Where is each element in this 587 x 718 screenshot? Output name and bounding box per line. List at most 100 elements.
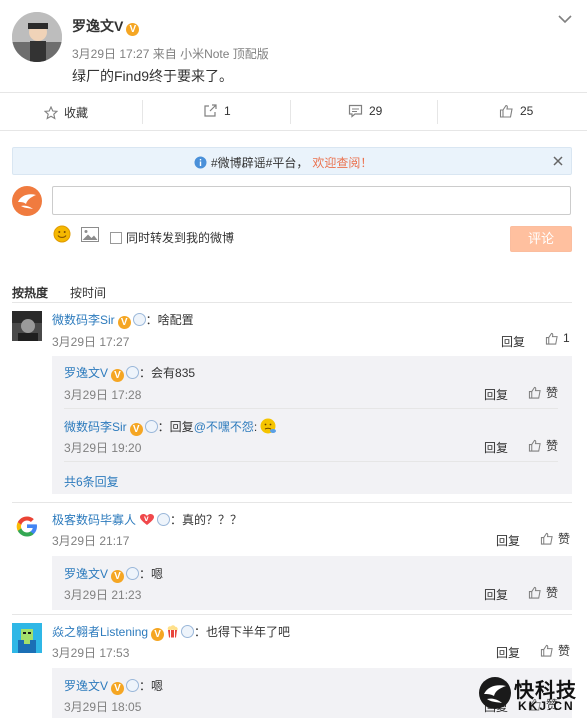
like-button[interactable]: 25: [499, 104, 533, 118]
emoji-icon[interactable]: [53, 225, 71, 243]
medal-icon: [144, 420, 158, 433]
sort-divider: [12, 302, 572, 303]
verified-badge-icon: V: [111, 682, 125, 695]
thumbs-up-icon: [528, 439, 542, 452]
verified-badge-icon: V: [126, 23, 140, 36]
also-forward-label: 同时转发到我的微博: [126, 231, 235, 245]
info-icon: [194, 156, 207, 169]
reply-like-label: 赞: [546, 386, 559, 400]
reply-time: 3月29日 19:20: [64, 441, 142, 455]
medal-icon: [126, 679, 140, 692]
image-icon[interactable]: [81, 227, 99, 242]
comment-author[interactable]: 微数码李Sir: [52, 313, 115, 327]
medal-icon: [126, 567, 140, 580]
comment-input[interactable]: [52, 186, 571, 215]
submit-comment-button[interactable]: 评论: [510, 226, 572, 252]
reply-line: 罗逸文V V ：会有835: [64, 364, 195, 382]
post-author-name[interactable]: 罗逸文V: [72, 18, 123, 34]
comment-line: 焱之翱者Listening V ：也得下半年了吧: [52, 623, 290, 641]
reply-author[interactable]: 微数码李Sir: [64, 420, 127, 434]
reply-like-label: 赞: [546, 586, 559, 600]
sort-time-tab[interactable]: 按时间: [70, 284, 106, 301]
comment-author[interactable]: 焱之翱者Listening: [52, 625, 148, 639]
thumbs-up-icon: [499, 104, 514, 118]
comment-line: 极客数码毕寡人 V ：真的？？？: [52, 511, 242, 528]
favorite-label: 收藏: [64, 106, 89, 120]
close-icon[interactable]: [553, 156, 563, 166]
verified-badge-icon: V: [111, 570, 125, 583]
watermark-en: KKJ.CN: [518, 699, 575, 713]
more-replies-link[interactable]: 共6条回复: [64, 473, 119, 490]
reply-text-post: :: [253, 420, 258, 434]
reply-button[interactable]: 回复: [484, 439, 508, 456]
medal-icon: [132, 313, 146, 326]
post-device[interactable]: 小米Note 顶配版: [180, 47, 269, 61]
star-icon: [44, 105, 58, 120]
reply-author[interactable]: 罗逸文V: [64, 679, 108, 693]
thumbs-up-icon: [528, 586, 542, 599]
post-content: 绿厂的Find9终于要来了。: [72, 68, 234, 84]
thumbs-up-icon: [540, 532, 554, 545]
comment-avatar[interactable]: [12, 311, 42, 341]
reply-author[interactable]: 罗逸文V: [64, 567, 108, 581]
reply-like-label: 赞: [546, 439, 559, 453]
reply-button[interactable]: 回复: [496, 644, 520, 661]
comment-line: 微数码李Sir V ：啥配置: [52, 311, 194, 329]
forward-button[interactable]: 1: [203, 104, 231, 118]
reply-button[interactable]: 回复: [501, 333, 525, 350]
comment-text: ：也得下半年了吧: [194, 625, 291, 639]
popcorn-icon: [166, 625, 179, 638]
sort-hot-tab[interactable]: 按热度: [12, 284, 48, 301]
comment-divider: [12, 614, 572, 615]
comment-count: 29: [369, 104, 383, 118]
reply-like-button[interactable]: 赞: [528, 584, 558, 601]
action-divider: [142, 100, 143, 124]
reply-time: 3月29日 21:23: [64, 588, 142, 602]
notice-text: #微博辟谣#平台，: [211, 156, 309, 170]
comment-like-label: 赞: [558, 644, 571, 658]
comment-like-button[interactable]: 赞: [540, 530, 570, 547]
svg-text:V: V: [144, 516, 149, 523]
post-avatar[interactable]: [12, 12, 62, 62]
thumbs-up-icon: [540, 644, 554, 657]
chevron-down-icon[interactable]: [558, 14, 572, 24]
reply-text: ：会有835: [139, 366, 196, 380]
also-forward-checkbox[interactable]: [110, 231, 122, 244]
comment-like-button[interactable]: 赞: [540, 642, 570, 659]
post-time[interactable]: 3月29日 17:27: [72, 47, 149, 61]
comment-text: ：真的？？？: [170, 513, 243, 527]
thumbs-up-icon: [545, 332, 559, 345]
composer-avatar: [12, 186, 42, 216]
also-forward-option[interactable]: 同时转发到我的微博: [110, 229, 234, 246]
comment-like-count: 1: [563, 331, 570, 345]
forward-icon: [203, 104, 218, 118]
verified-badge-icon: V: [129, 423, 143, 436]
reply-button[interactable]: 回复: [484, 586, 508, 603]
comment-like-button[interactable]: 1: [545, 331, 570, 345]
medal-icon: [157, 513, 171, 526]
post-author-line: 罗逸文V V: [72, 16, 140, 36]
notice-link[interactable]: 欢迎查阅！: [312, 154, 372, 171]
reply-like-button[interactable]: 赞: [528, 437, 558, 454]
comment-avatar[interactable]: [12, 623, 42, 653]
verified-badge-icon: V: [117, 316, 131, 329]
comment-avatar[interactable]: [12, 511, 42, 541]
emoji-icon: [259, 417, 277, 435]
reply-button[interactable]: 回复: [496, 532, 520, 549]
reply-author[interactable]: 罗逸文V: [64, 366, 108, 380]
favorite-button[interactable]: 收藏: [44, 104, 88, 121]
submit-comment-label: 评论: [527, 231, 554, 246]
like-count: 25: [520, 104, 534, 118]
notice-content: #微博辟谣#平台， 欢迎查阅！: [194, 154, 372, 171]
reply-divider: [64, 408, 558, 409]
reply-line: 微数码李Sir V ：回复@不嘿不怨:: [64, 417, 277, 436]
post-from: 来自: [152, 47, 177, 61]
reply-like-button[interactable]: 赞: [528, 384, 558, 401]
reply-button[interactable]: 回复: [484, 386, 508, 403]
watermark-logo: 快科技 KKJ.CN: [478, 672, 583, 716]
comment-button[interactable]: 29: [348, 104, 382, 118]
comment-icon: [348, 104, 363, 118]
comment-author[interactable]: 极客数码毕寡人: [52, 513, 136, 527]
action-bar: 收藏 1 29 25: [0, 92, 587, 130]
reply-mention[interactable]: @不嘿不怨: [194, 420, 254, 434]
